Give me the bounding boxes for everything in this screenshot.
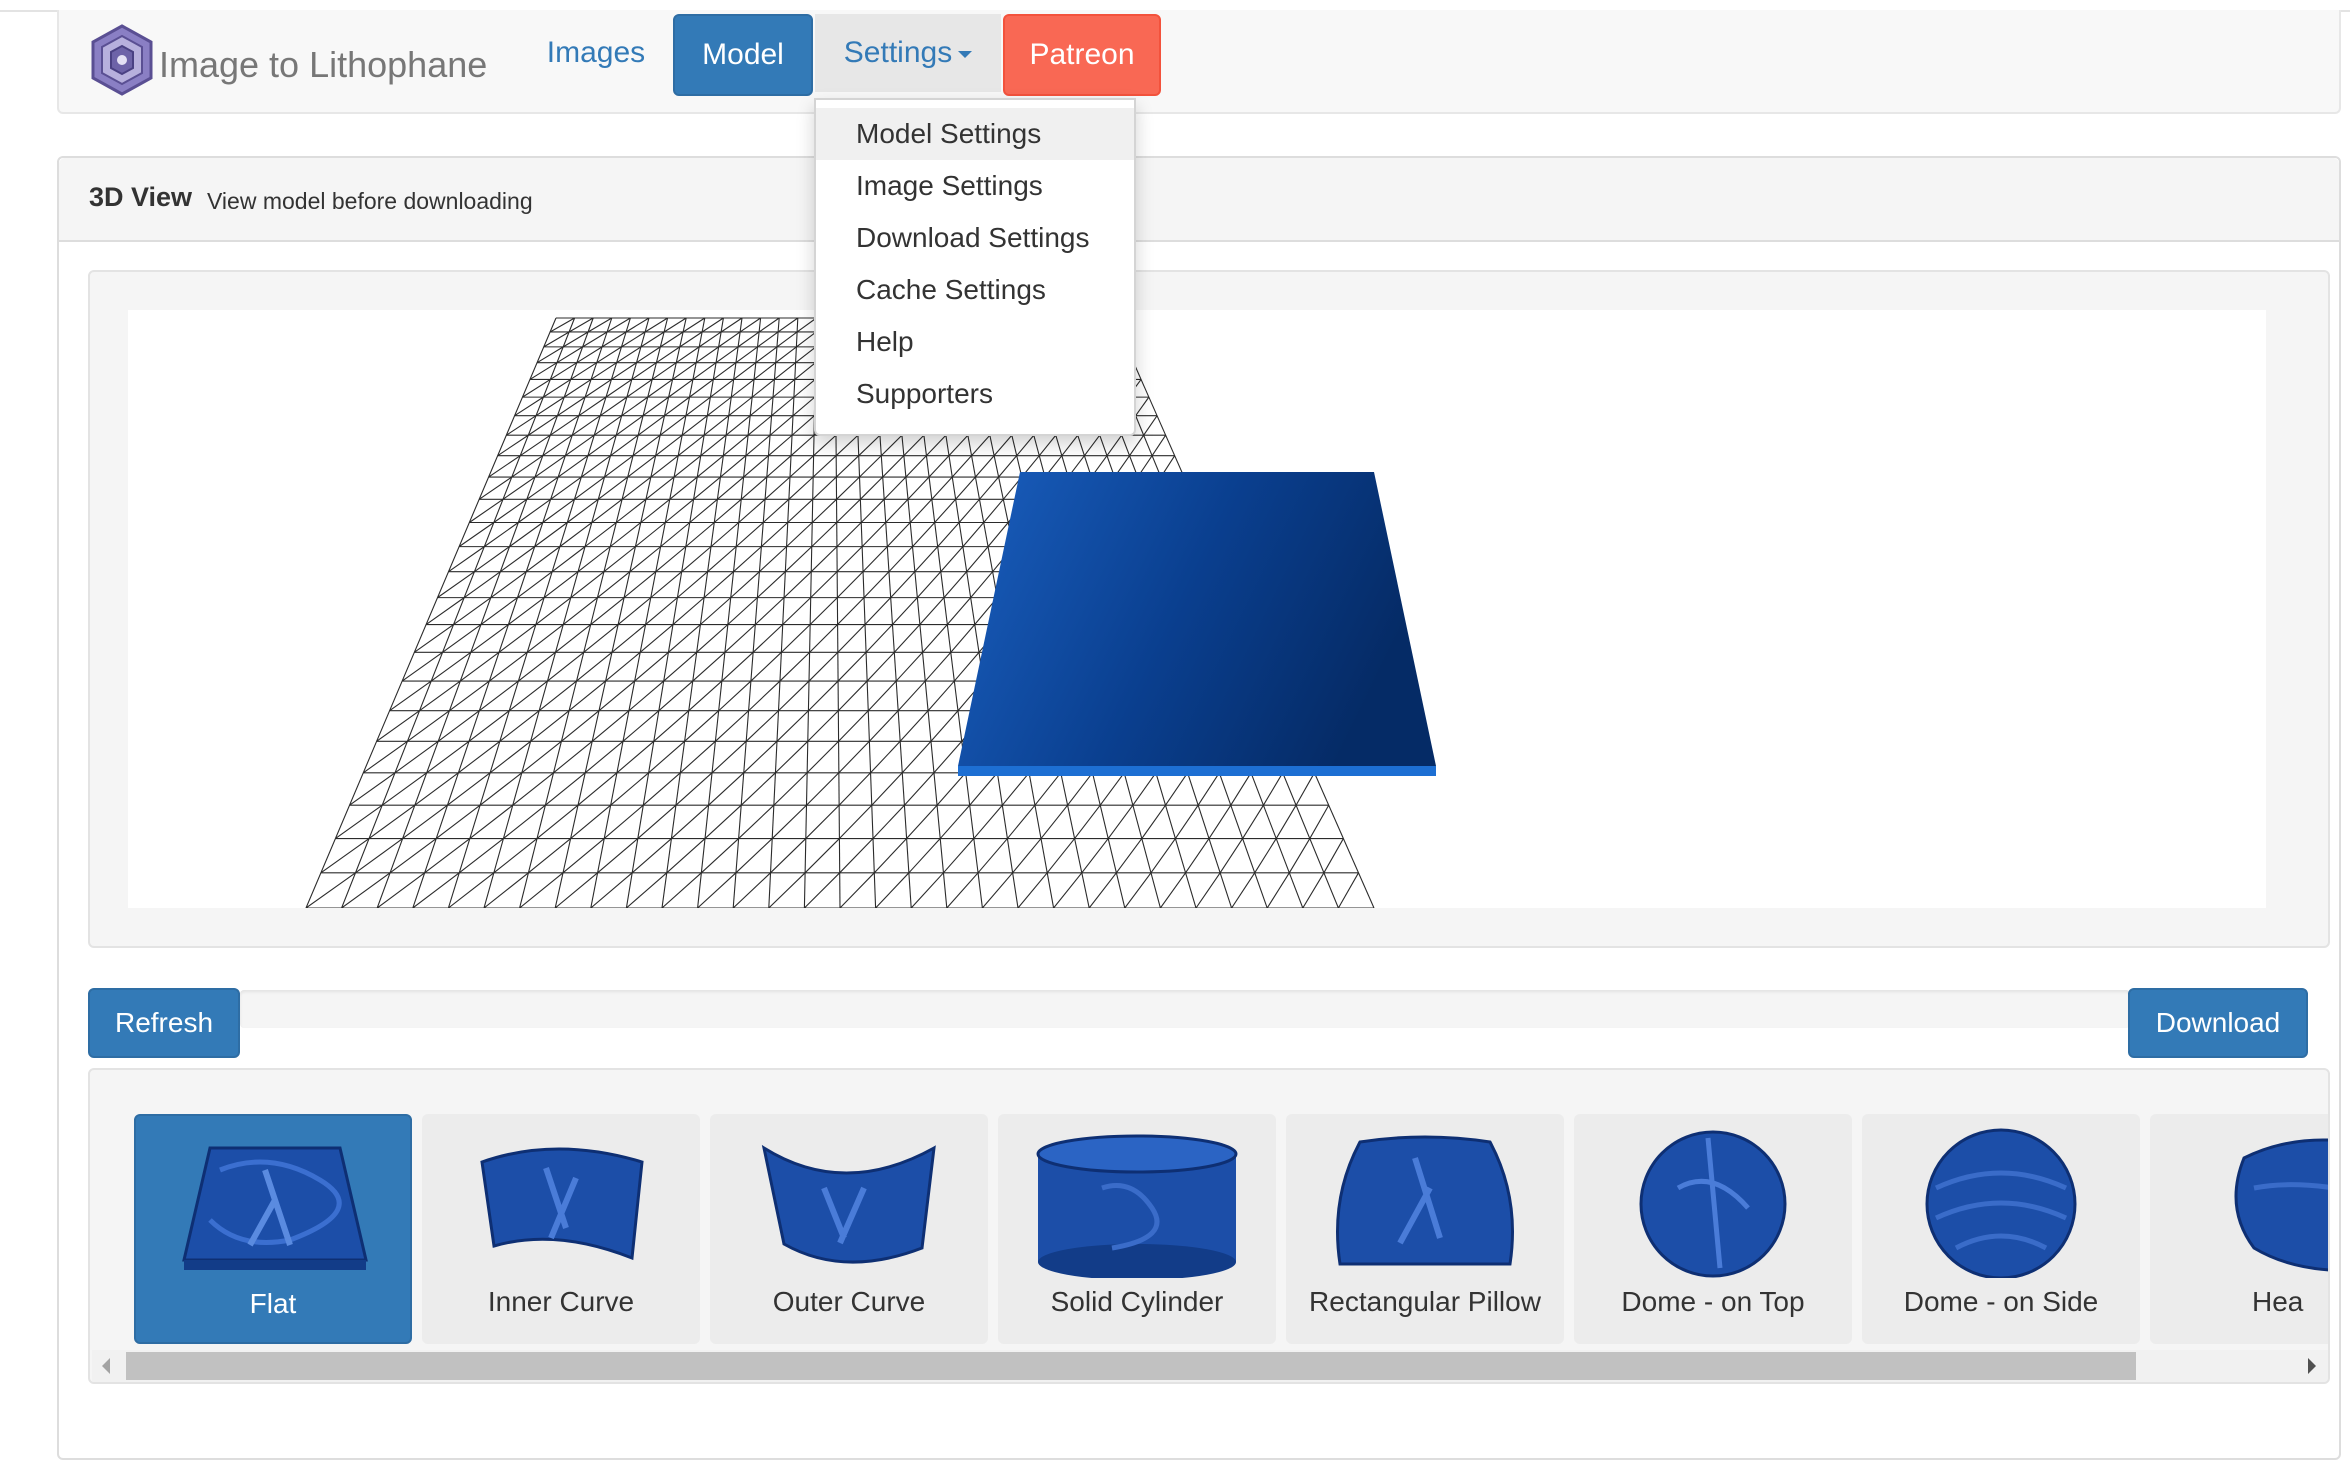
refresh-button[interactable]: Refresh (88, 988, 240, 1058)
nav-images[interactable]: Images (515, 14, 677, 92)
ground-grid (305, 317, 1436, 909)
shape-selector: Flat Inner Curve Outer Curve Solid Cylin… (88, 1068, 2330, 1384)
rectangular-pillow-shape-icon (1336, 1135, 1514, 1266)
nav-settings-dropdown[interactable]: Settings (815, 14, 1001, 92)
horizontal-scrollbar[interactable] (92, 1350, 2328, 1382)
shape-label: Hea (2252, 1286, 2304, 1317)
scroll-thumb[interactable] (126, 1352, 2136, 1380)
panel-title: 3D View (89, 182, 193, 212)
shape-label: Dome - on Side (1903, 1286, 2099, 1317)
shape-dome-on-top[interactable]: Dome - on Top (1574, 1114, 1852, 1344)
shape-dome-on-side[interactable]: Dome - on Side (1862, 1114, 2140, 1344)
solid-cylinder-shape-icon (1036, 1134, 1238, 1278)
lithophane-logo-icon[interactable] (91, 24, 153, 96)
panel-subtitle: View model before downloading (207, 188, 533, 214)
flat-shape-icon (182, 1146, 368, 1270)
download-button[interactable]: Download (2128, 988, 2308, 1058)
inner-curve-shape-icon (480, 1147, 644, 1261)
brand-title[interactable]: Image to Lithophane (159, 44, 487, 86)
shape-label: Outer Curve (772, 1286, 926, 1317)
progress-bar (240, 990, 2130, 1028)
dome-on-top-shape-icon (1639, 1130, 1787, 1278)
menu-item-cache-settings[interactable]: Cache Settings (816, 264, 1134, 316)
shape-label: Solid Cylinder (1050, 1286, 1224, 1317)
scroll-left-arrow-icon[interactable] (102, 1358, 110, 1374)
nav-model[interactable]: Model (673, 14, 813, 96)
menu-item-image-settings[interactable]: Image Settings (816, 160, 1134, 212)
lithophane-model[interactable] (958, 472, 1436, 776)
shape-label: Inner Curve (487, 1286, 635, 1317)
navbar: Image to Lithophane Images Model Setting… (57, 10, 2341, 114)
outer-curve-shape-icon (761, 1144, 936, 1264)
nav-patreon[interactable]: Patreon (1003, 14, 1161, 96)
shape-label: Rectangular Pillow (1309, 1286, 1541, 1317)
3d-viewer-canvas[interactable] (128, 310, 2266, 909)
scroll-right-arrow-icon[interactable] (2308, 1358, 2316, 1374)
shape-label: Flat (249, 1288, 297, 1319)
caret-down-icon (958, 50, 973, 58)
heart-shape-icon (2234, 1138, 2328, 1272)
shape-solid-cylinder[interactable]: Solid Cylinder (998, 1114, 1276, 1344)
settings-dropdown-menu: Model Settings Image Settings Download S… (814, 98, 1136, 436)
menu-item-model-settings[interactable]: Model Settings (816, 108, 1134, 160)
shape-heart-partial[interactable]: Hea (2150, 1114, 2328, 1344)
shape-label: Dome - on Top (1621, 1286, 1805, 1317)
dome-on-side-shape-icon (1925, 1128, 2077, 1278)
shape-rectangular-pillow[interactable]: Rectangular Pillow (1286, 1114, 1564, 1344)
nav-settings-label: Settings (843, 36, 953, 69)
panel-heading: 3D View View model before downloading (59, 158, 2339, 242)
shape-flat[interactable]: Flat (134, 1114, 412, 1344)
menu-item-help[interactable]: Help (816, 316, 1134, 368)
shape-outer-curve[interactable]: Outer Curve (710, 1114, 988, 1344)
menu-item-download-settings[interactable]: Download Settings (816, 212, 1134, 264)
shape-inner-curve[interactable]: Inner Curve (422, 1114, 700, 1344)
menu-item-supporters[interactable]: Supporters (816, 368, 1134, 420)
